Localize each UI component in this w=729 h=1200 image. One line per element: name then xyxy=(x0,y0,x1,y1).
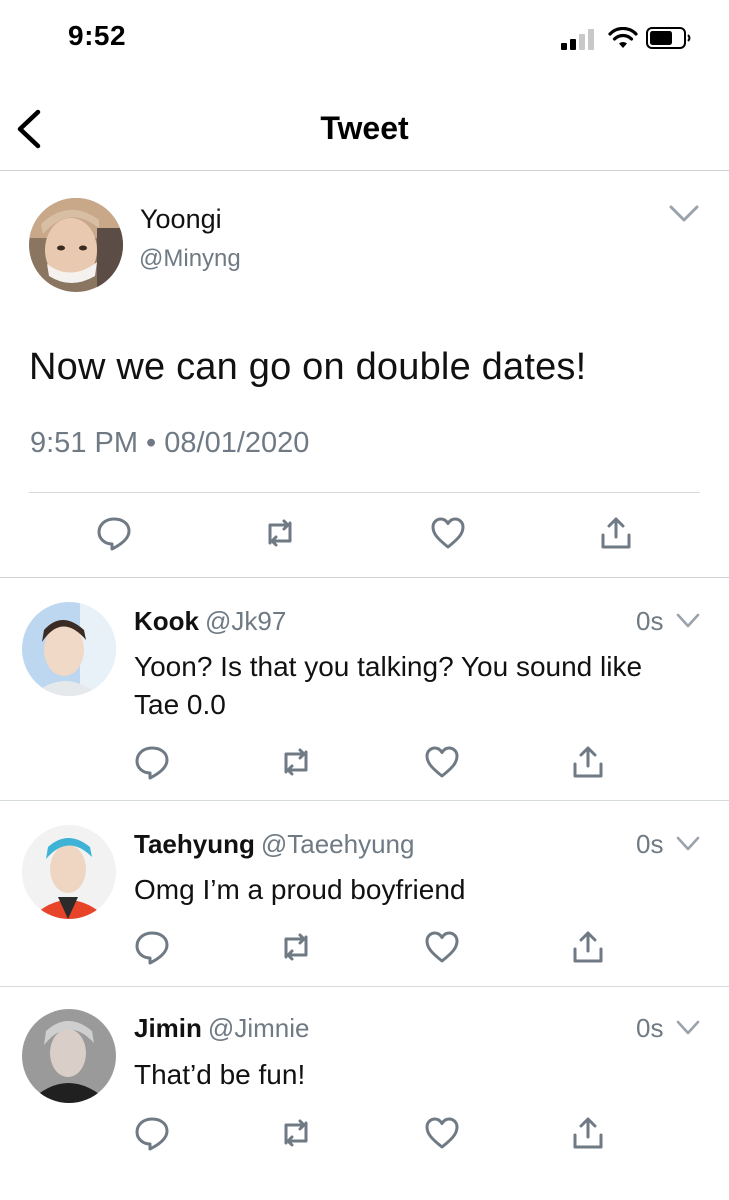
tweet-time: 0s xyxy=(636,1013,664,1043)
status-time: 9:52 xyxy=(68,20,127,51)
share-icon[interactable] xyxy=(570,744,606,780)
signal-icon xyxy=(561,29,594,50)
retweet-icon[interactable] xyxy=(278,929,314,965)
tweet-text: Omg I’m a proud boyfriend xyxy=(134,874,466,905)
main-tweet: Yoongi @Minyng Now we can go on double d… xyxy=(0,171,729,578)
share-icon[interactable] xyxy=(598,515,634,551)
reply-tweet[interactable]: Taehyung @Taeehyung 0s Omg I’m a proud bo… xyxy=(0,801,729,987)
avatar[interactable] xyxy=(29,198,123,292)
like-icon[interactable] xyxy=(430,515,466,551)
retweet-icon[interactable] xyxy=(278,1115,314,1151)
wifi-icon xyxy=(608,27,638,48)
tweet-text: Now we can go on double dates! xyxy=(29,346,587,388)
tweet-timestamp: 9:51 PM • 08/01/2020 xyxy=(30,427,310,459)
like-icon[interactable] xyxy=(424,1115,460,1151)
tweet-actions xyxy=(0,929,729,967)
reply-icon[interactable] xyxy=(134,744,170,780)
author-name[interactable]: Taehyung @Taeehyung xyxy=(134,829,414,860)
page-title: Tweet xyxy=(320,110,409,146)
tweet-actions xyxy=(0,1115,729,1153)
author-handle[interactable]: @Minyng xyxy=(139,245,241,273)
tweet-text: Yoon? Is that you talking? You sound lik… xyxy=(134,651,643,720)
tweet-time: 0s xyxy=(636,606,664,636)
share-icon[interactable] xyxy=(570,1115,606,1151)
avatar[interactable] xyxy=(22,602,116,696)
like-icon[interactable] xyxy=(424,929,460,965)
author-name[interactable]: Kook @Jk97 xyxy=(134,606,286,637)
tweet-actions xyxy=(0,744,729,782)
author-handle[interactable]: @Taeehyung xyxy=(261,829,415,859)
chevron-down-icon[interactable] xyxy=(675,835,701,853)
tweet-time: 0s xyxy=(636,829,664,859)
author-name[interactable]: Yoongi xyxy=(140,204,222,235)
chevron-down-icon[interactable] xyxy=(675,1019,701,1037)
like-icon[interactable] xyxy=(424,744,460,780)
author-handle[interactable]: @Jk97 xyxy=(205,606,286,636)
tweet-actions xyxy=(0,515,729,555)
retweet-icon[interactable] xyxy=(278,744,314,780)
avatar[interactable] xyxy=(22,825,116,919)
reply-tweet[interactable]: Jimin @Jimnie 0s That’d be fun! xyxy=(0,987,729,1200)
status-bar: 9:52 xyxy=(0,0,729,80)
reply-icon[interactable] xyxy=(96,515,132,551)
share-icon[interactable] xyxy=(570,929,606,965)
author-name[interactable]: Jimin @Jimnie xyxy=(134,1013,309,1044)
reply-icon[interactable] xyxy=(134,929,170,965)
reply-tweet[interactable]: Kook @Jk97 0s Yoon? Is that you talking? … xyxy=(0,578,729,801)
author-handle[interactable]: @Jimnie xyxy=(208,1013,310,1043)
reply-icon[interactable] xyxy=(134,1115,170,1151)
battery-icon xyxy=(646,27,691,49)
retweet-icon[interactable] xyxy=(262,515,298,551)
tweet-text: That’d be fun! xyxy=(134,1059,306,1090)
divider xyxy=(29,492,700,493)
avatar[interactable] xyxy=(22,1009,116,1103)
chevron-down-icon[interactable] xyxy=(668,204,700,224)
nav-bar: Tweet xyxy=(0,90,729,171)
chevron-down-icon[interactable] xyxy=(675,612,701,630)
